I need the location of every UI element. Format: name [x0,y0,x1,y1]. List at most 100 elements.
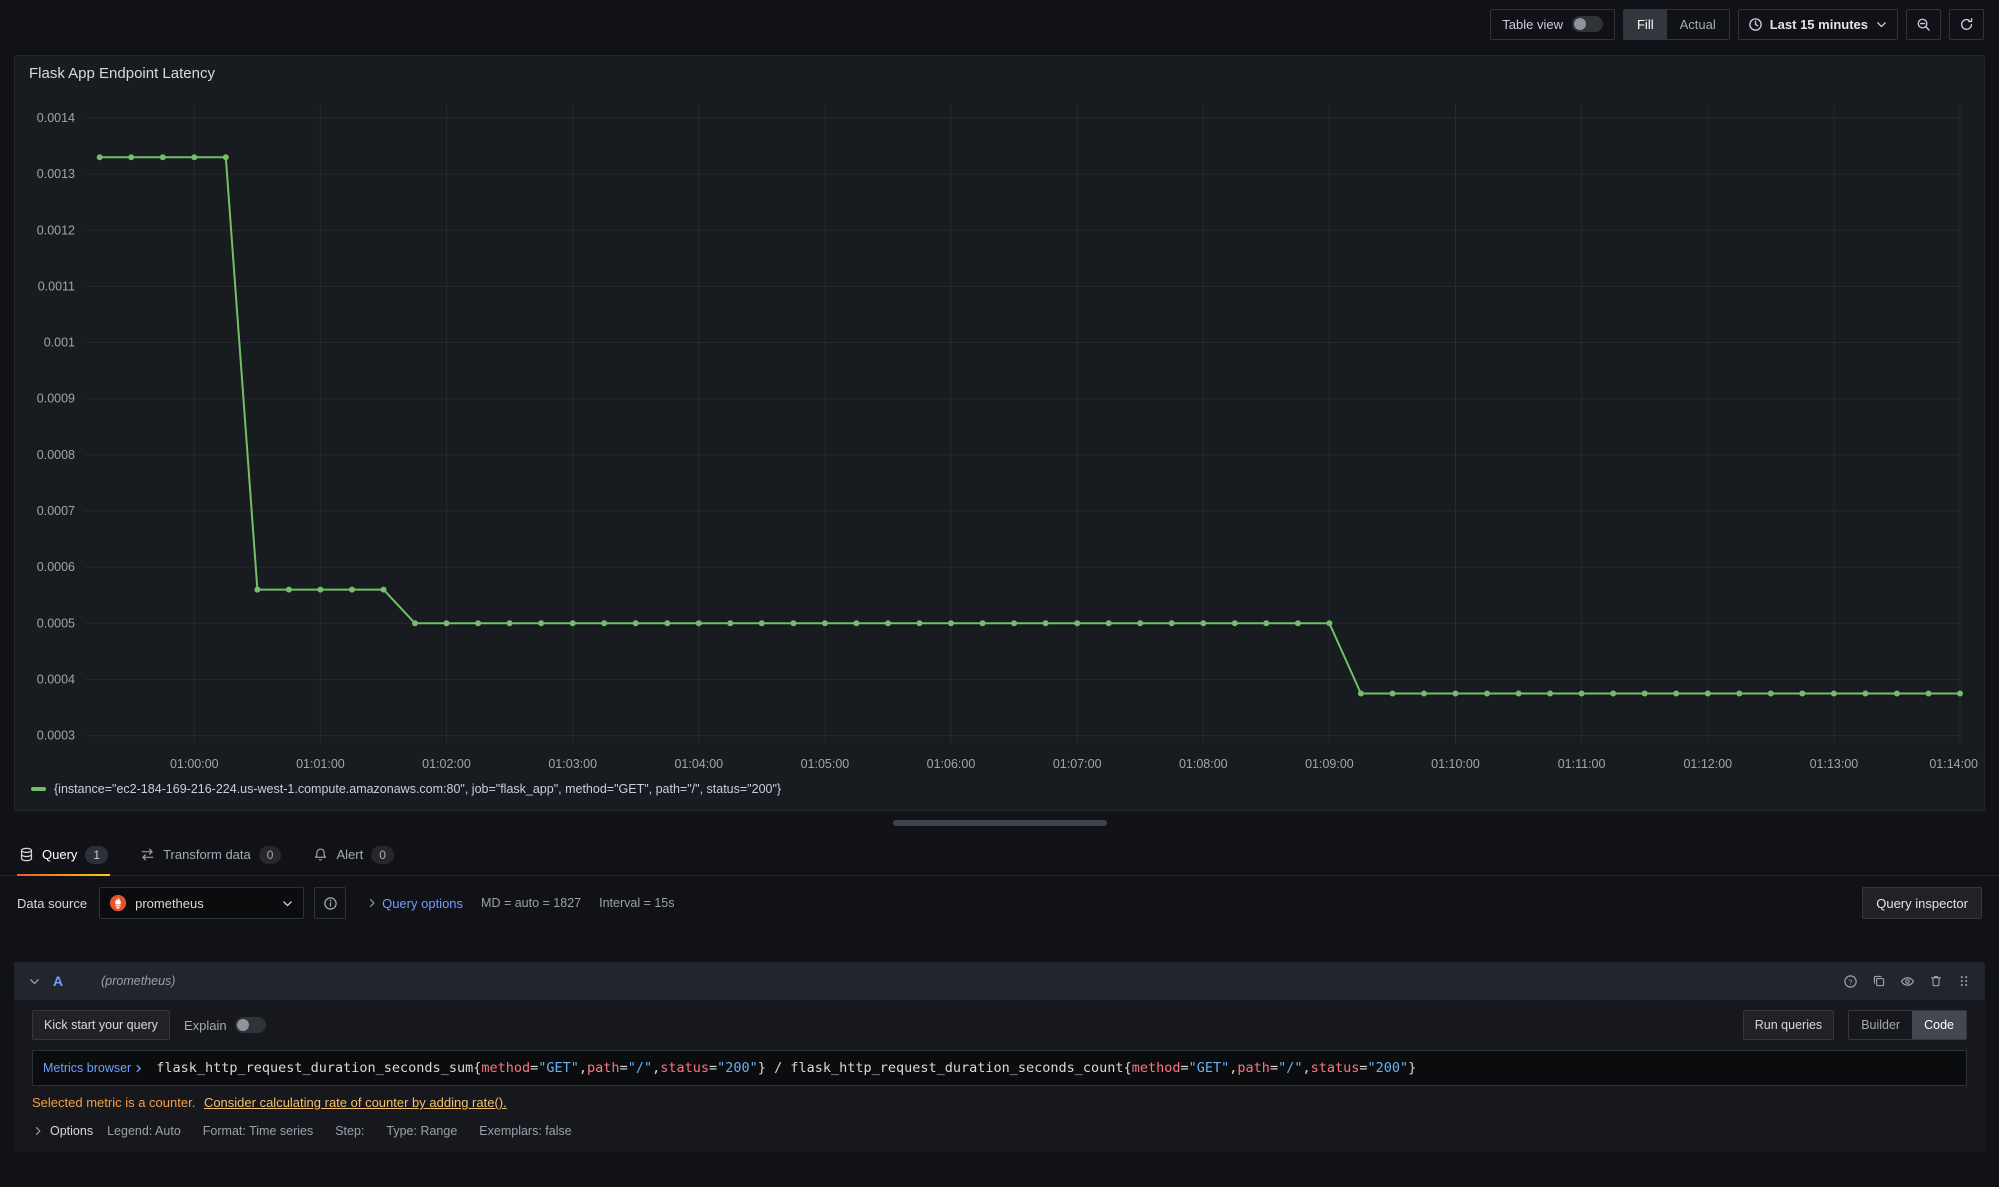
run-queries-button[interactable]: Run queries [1743,1010,1834,1040]
code-button[interactable]: Code [1912,1011,1966,1039]
top-toolbar: Table view Fill Actual Last 15 minutes [0,0,1999,48]
tab-query[interactable]: Query 1 [17,834,110,875]
svg-text:01:06:00: 01:06:00 [927,757,976,771]
svg-text:0.0008: 0.0008 [37,448,75,462]
svg-text:01:00:00: 01:00:00 [170,757,219,771]
panel-title[interactable]: Flask App Endpoint Latency [15,56,1984,90]
latency-chart[interactable]: 0.0003 0.0004 0.0005 0.0006 0.0007 0.0008 0.00… [21,90,1978,778]
svg-text:01:13:00: 01:13:00 [1810,757,1859,771]
svg-text:0.001: 0.001 [44,336,75,350]
explain-switch[interactable] [235,1017,266,1033]
svg-text:0.0012: 0.0012 [37,223,75,237]
option-exemplars: Exemplars: false [479,1124,571,1138]
copy-icon[interactable] [1872,974,1886,988]
tab-alert[interactable]: Alert 0 [311,834,395,875]
svg-text:0.0005: 0.0005 [37,616,75,630]
options-row[interactable]: Options Legend: Auto Format: Time series… [32,1124,1967,1138]
counter-warning-text: Selected metric is a counter. [32,1095,195,1110]
chevron-down-icon [1875,18,1888,31]
query-editor-toolbar: Kick start your query Explain Run querie… [32,1010,1967,1040]
eye-icon[interactable] [1900,974,1915,989]
chevron-down-icon [281,897,294,910]
collapse-chevron-icon[interactable] [28,975,41,988]
option-step: Step: [335,1124,364,1138]
grip-icon[interactable] [1957,974,1971,988]
svg-text:01:11:00: 01:11:00 [1558,757,1606,771]
database-icon [19,847,34,862]
tab-count-badge: 0 [259,846,282,864]
kick-start-query-button[interactable]: Kick start your query [32,1010,170,1040]
trash-icon[interactable] [1929,974,1943,988]
table-view-group: Table view [1490,9,1615,40]
switch-knob [1574,18,1586,30]
svg-text:01:07:00: 01:07:00 [1053,757,1102,771]
explain-toggle-group: Explain [184,1017,266,1033]
option-format: Format: Time series [203,1124,313,1138]
builder-code-group: Builder Code [1848,1010,1967,1040]
editor-tabs: Query 1 Transform data 0 Alert 0 [0,834,1999,876]
tab-label: Alert [336,847,363,862]
chevron-right-icon [32,1125,44,1137]
time-range-picker[interactable]: Last 15 minutes [1738,9,1898,40]
metrics-browser-toggle[interactable]: Metrics browser [43,1061,144,1075]
table-view-label: Table view [1502,17,1563,32]
explain-label: Explain [184,1018,227,1033]
help-icon[interactable]: ? [1843,974,1858,989]
tab-count-badge: 1 [85,846,108,864]
svg-text:01:14:00: 01:14:00 [1929,757,1978,771]
svg-text:0.0007: 0.0007 [37,504,75,518]
timeseries-panel: Flask App Endpoint Latency 0.00030.00040… [14,55,1985,811]
tab-label: Query [42,847,77,862]
clock-icon [1748,17,1763,32]
query-expression[interactable]: flask_http_request_duration_seconds_sum{… [156,1060,1416,1076]
zoom-out-icon [1916,17,1931,32]
svg-text:0.0013: 0.0013 [37,167,75,181]
panel-resize-handle[interactable] [893,820,1107,826]
metrics-browser-label: Metrics browser [43,1061,131,1075]
svg-text:0.0004: 0.0004 [37,672,75,686]
table-view-switch[interactable] [1572,16,1603,32]
svg-text:?: ? [1848,977,1852,986]
query-row-header[interactable]: A (prometheus) ? [14,962,1985,1000]
query-options-toggle[interactable]: Query options [366,896,463,911]
max-data-points-value: MD = auto = 1827 [481,896,581,910]
chevron-right-icon [133,1063,144,1074]
svg-text:01:03:00: 01:03:00 [548,757,597,771]
option-type: Type: Range [386,1124,457,1138]
tab-transform-data[interactable]: Transform data 0 [138,834,283,875]
actual-button[interactable]: Actual [1667,10,1729,39]
datasource-help-button[interactable] [314,887,346,919]
datasource-label: Data source [17,896,87,911]
refresh-button[interactable] [1949,9,1984,40]
svg-text:01:09:00: 01:09:00 [1305,757,1354,771]
promql-editor[interactable]: Metrics browser flask_http_request_durat… [32,1050,1967,1086]
interval-value: Interval = 15s [599,896,674,910]
query-inspector-button[interactable]: Query inspector [1862,887,1982,919]
transform-icon [140,847,155,862]
query-ref-id[interactable]: A [53,973,63,989]
query-section: A (prometheus) ? Kick start your query E… [14,962,1985,1152]
query-options-label: Query options [382,896,463,911]
builder-button[interactable]: Builder [1849,1011,1912,1039]
svg-text:01:10:00: 01:10:00 [1431,757,1480,771]
datasource-picker[interactable]: prometheus [99,887,304,919]
chevron-right-icon [366,897,378,909]
datasource-value: prometheus [135,896,273,911]
tab-label: Transform data [163,847,251,862]
query-row-actions: ? [1843,974,1971,989]
svg-text:01:04:00: 01:04:00 [674,757,723,771]
info-icon [323,896,338,911]
svg-text:0.0006: 0.0006 [37,560,75,574]
legend-series-label[interactable]: {instance="ec2-184-169-216-224.us-west-1… [54,782,781,796]
options-label[interactable]: Options [50,1124,93,1138]
svg-text:0.0014: 0.0014 [37,111,75,125]
counter-warning-row: Selected metric is a counter. Consider c… [32,1095,1967,1110]
svg-text:01:02:00: 01:02:00 [422,757,471,771]
svg-text:0.0003: 0.0003 [37,729,75,743]
refresh-icon [1959,17,1974,32]
switch-knob [237,1019,249,1031]
svg-text:0.0009: 0.0009 [37,392,75,406]
fill-button[interactable]: Fill [1624,10,1667,39]
zoom-out-button[interactable] [1906,9,1941,40]
rate-suggestion-link[interactable]: Consider calculating rate of counter by … [204,1095,507,1110]
